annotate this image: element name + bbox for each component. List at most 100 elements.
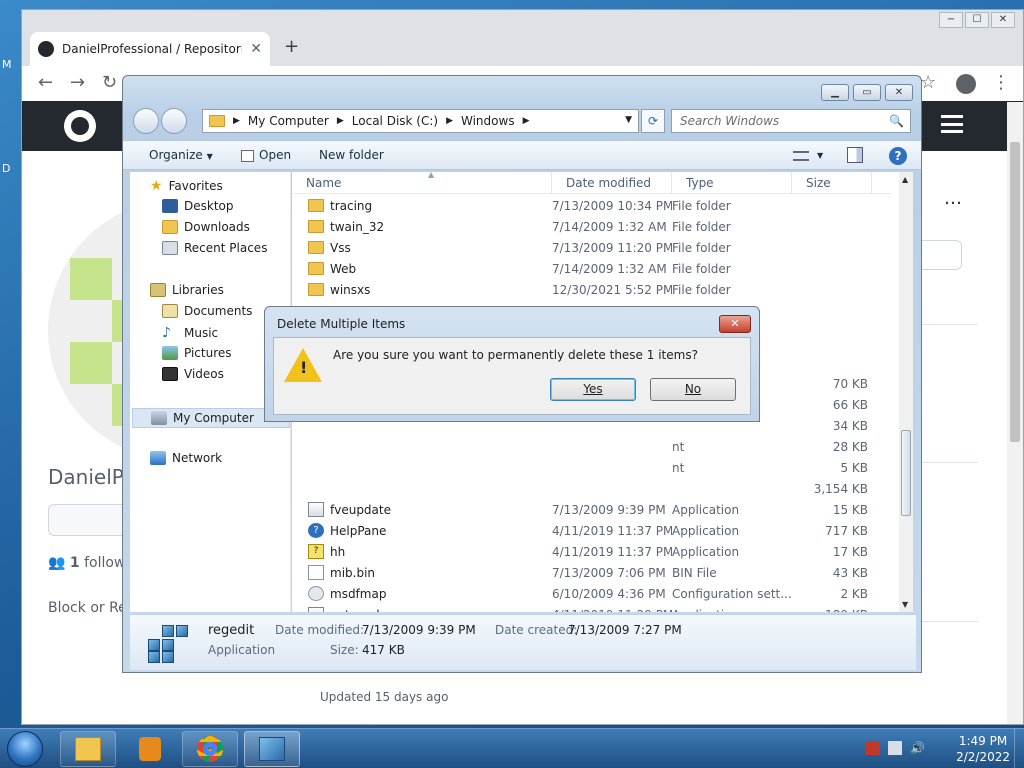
search-icon[interactable]: 🔍 — [889, 110, 904, 132]
yes-button[interactable]: Yes — [550, 378, 636, 401]
column-header-size[interactable]: Size — [792, 172, 872, 194]
table-row[interactable]: ? HelpPane 4/11/2019 11:37 PM Application 71… — [292, 520, 878, 541]
column-header-type[interactable]: Type — [672, 172, 792, 194]
help-icon[interactable]: ? — [889, 147, 907, 165]
nav-pictures[interactable]: Pictures — [162, 346, 232, 360]
address-bar[interactable]: ▶ My Computer ▶ Local Disk (C:) ▶ Window… — [202, 109, 639, 133]
hamburger-menu-icon[interactable] — [941, 115, 963, 133]
refresh-button[interactable]: ⟳ — [641, 109, 665, 133]
menu-kebab-icon[interactable]: ⋮ — [992, 72, 1010, 93]
minimize-button[interactable]: − — [939, 12, 963, 28]
file-list-scrollbar[interactable]: ▲ ▼ — [899, 172, 913, 612]
nav-documents[interactable]: Documents — [162, 304, 252, 318]
table-row[interactable]: winsxs 12/30/2021 5:52 PM File folder — [292, 279, 878, 300]
taskbar-media-player-button[interactable] — [122, 731, 178, 767]
close-tab-icon[interactable]: ✕ — [250, 41, 262, 57]
breadcrumb-item[interactable]: Windows — [461, 114, 515, 128]
dialog-close-button[interactable]: ✕ — [719, 315, 751, 333]
organize-button[interactable]: Organize ▼ — [149, 148, 213, 162]
open-button[interactable]: Open — [241, 148, 291, 162]
no-button[interactable]: No — [650, 378, 736, 401]
github-logo-icon[interactable] — [64, 110, 96, 142]
table-row[interactable]: mib.bin 7/13/2009 7:06 PM BIN File 43 KB — [292, 562, 878, 583]
scroll-up-icon[interactable]: ▲ — [902, 175, 908, 184]
nav-music[interactable]: ♪ Music — [162, 325, 218, 341]
maximize-button[interactable]: ▭ — [853, 84, 881, 101]
table-row[interactable]: tracing 7/13/2009 10:34 PM File folder — [292, 195, 878, 216]
forward-icon[interactable]: → — [70, 72, 85, 93]
nav-recent-places[interactable]: Recent Places — [162, 241, 267, 255]
view-menu-chevron-icon[interactable]: ▼ — [817, 151, 823, 160]
file-size-cell: 66 KB — [832, 397, 868, 412]
preview-pane-icon[interactable] — [847, 147, 863, 163]
volume-icon[interactable]: 🔊 — [910, 741, 925, 755]
file-size-cell: 70 KB — [832, 376, 868, 391]
folder-icon — [209, 115, 225, 127]
scroll-down-icon[interactable]: ▼ — [902, 600, 908, 609]
scrollbar-thumb[interactable] — [901, 430, 911, 516]
nav-favorites[interactable]: ★ Favorites — [150, 178, 223, 194]
taskbar-chrome-button[interactable] — [182, 731, 238, 767]
column-header-date[interactable]: Date modified — [552, 172, 672, 194]
close-button[interactable]: ✕ — [991, 12, 1015, 28]
close-button[interactable]: ✕ — [885, 84, 913, 101]
music-icon: ♪ — [162, 325, 171, 341]
change-view-icon[interactable] — [793, 151, 809, 161]
table-row[interactable]: Vss 7/13/2009 11:20 PM File folder — [292, 237, 878, 258]
table-row[interactable]: Web 7/14/2009 1:32 AM File folder — [292, 258, 878, 279]
forward-button[interactable] — [161, 108, 187, 134]
nav-downloads[interactable]: Downloads — [162, 220, 250, 234]
followers-count: 1 — [69, 555, 80, 571]
file-name: HelpPane — [330, 523, 387, 538]
table-row[interactable]: fveupdate 7/13/2009 9:39 PM Application 15 … — [292, 499, 878, 520]
show-desktop-button[interactable] — [1014, 729, 1024, 768]
search-box-stub[interactable] — [918, 240, 962, 270]
reload-icon[interactable]: ↻ — [102, 72, 117, 93]
nav-network[interactable]: Network — [150, 451, 222, 465]
nav-desktop[interactable]: Desktop — [162, 199, 234, 213]
network-tray-icon[interactable] — [888, 741, 902, 755]
file-name: Web — [330, 261, 357, 276]
more-options-icon[interactable]: … — [944, 188, 962, 209]
table-row[interactable]: twain_32 7/14/2009 1:32 AM File folder — [292, 216, 878, 237]
back-icon[interactable]: ← — [38, 72, 53, 93]
browser-scrollbar[interactable] — [1007, 102, 1023, 724]
bookmark-star-icon[interactable]: ☆ — [920, 72, 936, 93]
file-name-cell: msdfmap — [292, 586, 552, 601]
profile-avatar-icon[interactable] — [956, 74, 976, 94]
back-button[interactable] — [133, 108, 159, 134]
scrollbar-thumb[interactable] — [1010, 142, 1020, 442]
breadcrumb-arrow-icon[interactable]: ▶ — [523, 116, 530, 126]
file-size-cell: 2 KB — [840, 586, 868, 601]
new-tab-button[interactable]: + — [284, 36, 299, 57]
browser-tab[interactable]: DanielProfessional / Repositories ✕ — [30, 32, 270, 66]
breadcrumb-item[interactable]: Local Disk (C:) — [352, 114, 438, 128]
nav-libraries[interactable]: Libraries — [150, 283, 224, 297]
column-header-name[interactable]: Name ▲ — [292, 172, 552, 194]
taskbar-regedit-button[interactable] — [244, 731, 300, 767]
details-file-name: regedit — [208, 623, 255, 638]
breadcrumb-item[interactable]: My Computer — [248, 114, 329, 128]
clock[interactable]: 1:49 PM 2/2/2022 — [956, 733, 1010, 765]
address-dropdown-icon[interactable]: ▼ — [625, 115, 632, 125]
breadcrumb-arrow-icon[interactable]: ▶ — [233, 116, 240, 126]
documents-icon — [162, 304, 178, 318]
table-row[interactable]: ? hh 4/11/2019 11:37 PM Application 17 KB — [292, 541, 878, 562]
start-button[interactable] — [7, 731, 43, 767]
action-center-icon[interactable] — [866, 741, 880, 755]
table-row[interactable]: nt 28 KB — [292, 436, 878, 457]
table-row[interactable]: msdfmap 6/10/2009 4:36 PM Configuration se… — [292, 583, 878, 604]
new-folder-button[interactable]: New folder — [319, 148, 384, 162]
table-row[interactable]: notepad 4/11/2019 11:29 PMApplication189 … — [292, 604, 878, 612]
maximize-button[interactable]: ☐ — [965, 12, 989, 28]
desktop-icon-label[interactable]: D — [2, 162, 10, 175]
search-input[interactable]: Search Windows 🔍 — [671, 109, 911, 133]
nav-videos[interactable]: Videos — [162, 367, 224, 381]
table-row[interactable]: nt 5 KB — [292, 457, 878, 478]
breadcrumb-arrow-icon[interactable]: ▶ — [446, 116, 453, 126]
table-row[interactable]: 3,154 KB — [292, 478, 878, 499]
desktop-icon-label[interactable]: M — [2, 58, 12, 71]
taskbar-explorer-button[interactable] — [60, 731, 116, 767]
minimize-button[interactable]: ▁ — [821, 84, 849, 101]
breadcrumb-arrow-icon[interactable]: ▶ — [337, 116, 344, 126]
